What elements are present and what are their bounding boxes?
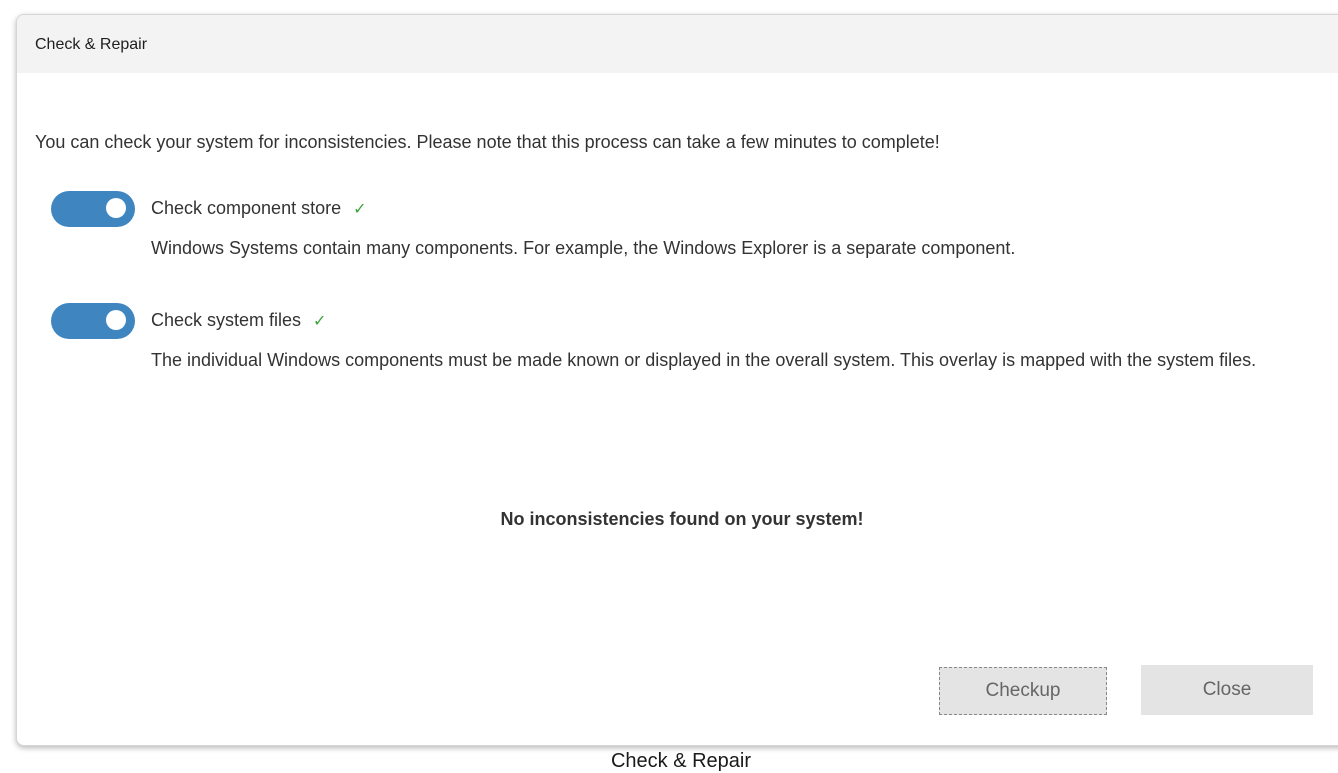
result-message: No inconsistencies found on your system!	[500, 509, 864, 529]
taskbar-window-label: Check & Repair	[610, 750, 752, 772]
component-store-toggle[interactable]	[51, 191, 135, 227]
intro-text: You can check your system for inconsiste…	[35, 132, 940, 152]
system-files-toggle[interactable]	[51, 303, 135, 339]
system-files-label: Check system files	[151, 310, 302, 330]
component-store-label: Check component store	[151, 198, 342, 218]
check-repair-dialog: Check & Repair You can check your system…	[16, 14, 1338, 746]
toggle-knob	[106, 310, 126, 330]
toggle-knob	[106, 198, 126, 218]
checkmark-icon: ✓	[313, 313, 327, 330]
checkmark-icon: ✓	[353, 201, 367, 218]
checkup-button[interactable]: Checkup	[939, 667, 1107, 715]
component-store-label-row: Check component store ✓	[151, 198, 367, 219]
close-button[interactable]: Close	[1141, 665, 1313, 715]
dialog-title: Check & Repair	[35, 36, 148, 53]
dialog-titlebar: Check & Repair	[17, 15, 1338, 73]
system-files-label-row: Check system files ✓	[151, 310, 326, 331]
system-files-description: The individual Windows components must b…	[151, 350, 1257, 370]
component-store-description: Windows Systems contain many components.…	[151, 238, 1016, 258]
